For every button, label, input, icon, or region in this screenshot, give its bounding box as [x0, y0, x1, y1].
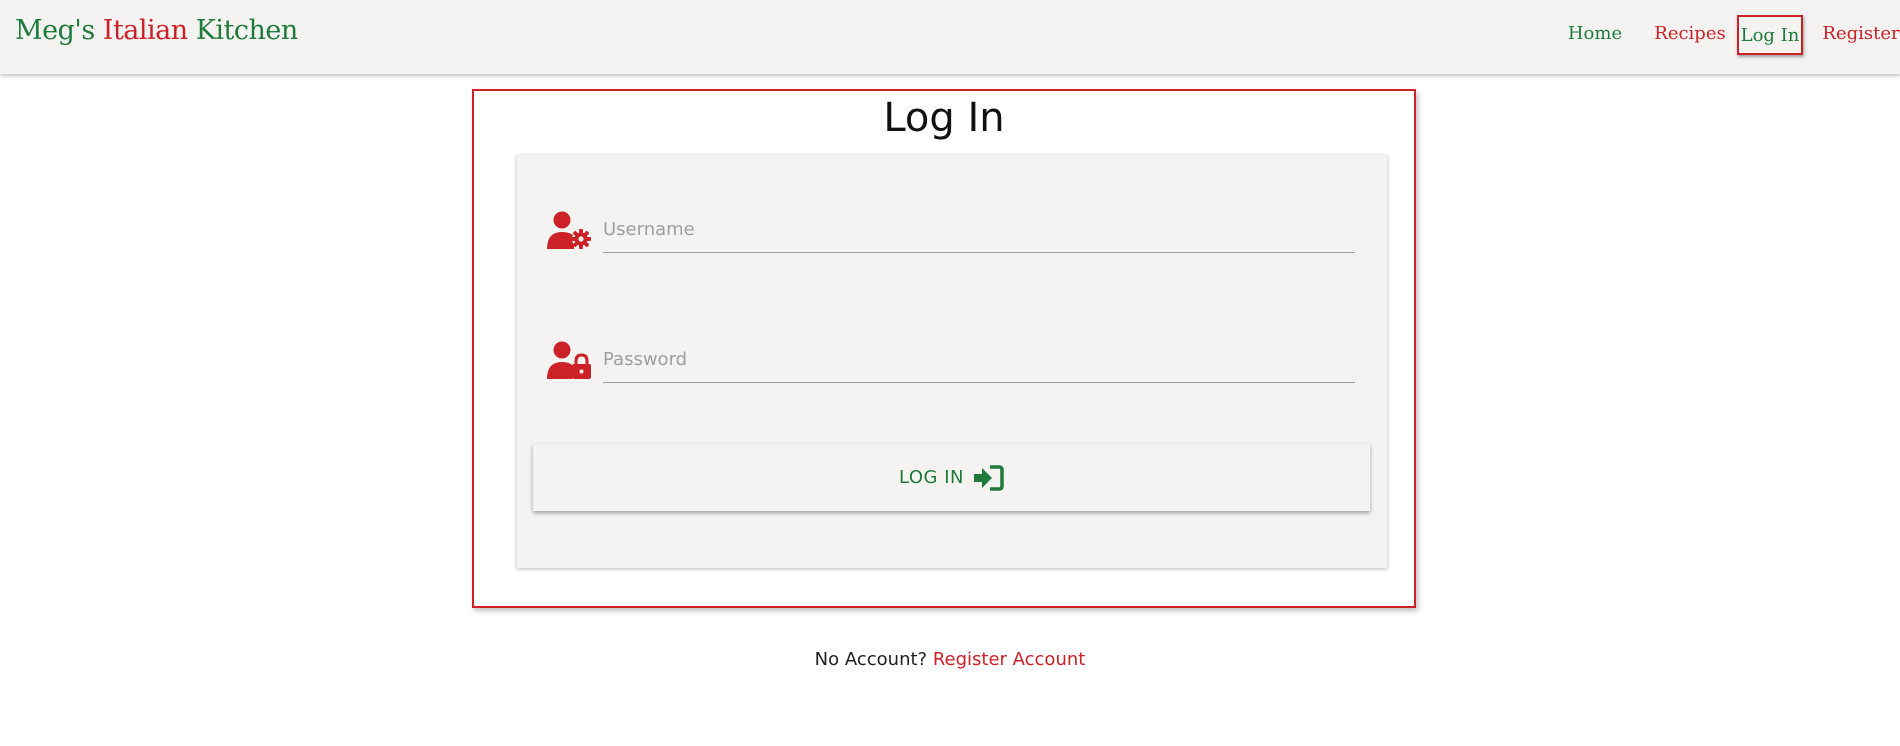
register-account-link[interactable]: Register Account — [933, 649, 1086, 670]
brand-part-italian: Italian — [102, 15, 188, 46]
username-input[interactable] — [603, 207, 1355, 253]
nav-home-link[interactable]: Home — [1560, 15, 1630, 55]
brand-part-megs: Meg's — [15, 15, 103, 46]
brand-part-kitchen: Kitchen — [187, 15, 299, 46]
page-title: Log In — [883, 95, 1005, 141]
no-account-text: No Account? — [814, 649, 933, 670]
user-gear-icon — [545, 211, 593, 251]
nav-recipes-link[interactable]: Recipes — [1645, 15, 1735, 55]
nav-register-link[interactable]: Register — [1822, 15, 1900, 55]
login-card: Log In Username LOG IN — [472, 89, 1416, 608]
login-form: LOG IN — [517, 155, 1387, 568]
navbar: Meg's Italian Kitchen Home Recipes Log I… — [0, 0, 1900, 74]
password-field-group — [545, 337, 1361, 389]
sign-in-icon — [972, 464, 1004, 491]
site-logo[interactable]: Meg's Italian Kitchen — [15, 15, 298, 46]
login-button-label: LOG IN — [899, 467, 964, 488]
password-input[interactable] — [603, 337, 1355, 383]
nav-login-link[interactable]: Log In — [1737, 15, 1803, 55]
register-prompt: No Account? Register Account — [0, 649, 1900, 670]
login-submit-button[interactable]: LOG IN — [533, 444, 1370, 511]
user-lock-icon — [545, 341, 593, 381]
username-field-group — [545, 207, 1361, 259]
